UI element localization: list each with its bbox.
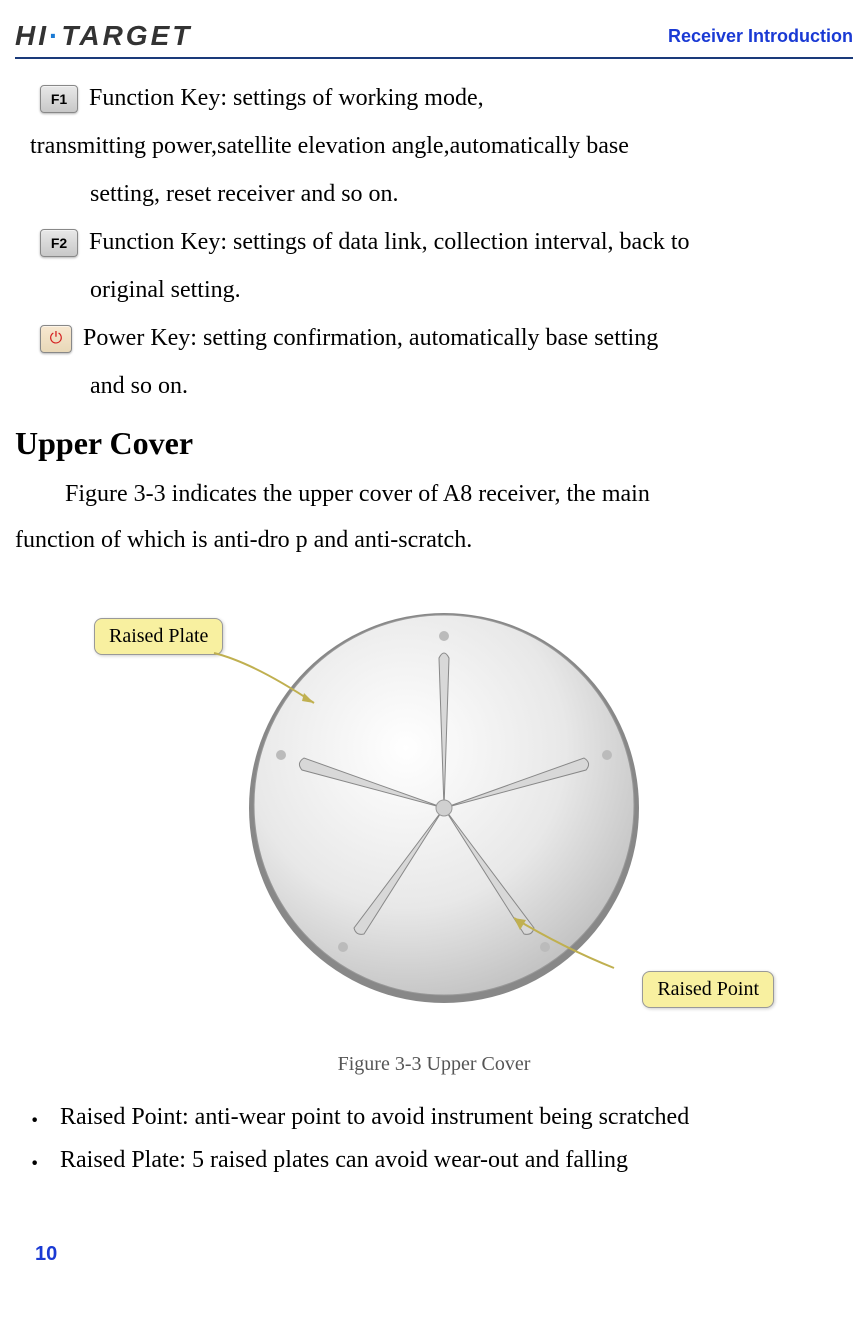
- bullet-item-1: Raised Point: anti-wear point to avoid i…: [15, 1096, 853, 1139]
- f2-key-icon: F2: [40, 229, 78, 257]
- content-body: F1 Function Key: settings of working mod…: [15, 74, 853, 1266]
- section-intro-line1: Figure 3-3 indicates the upper cover of …: [15, 472, 853, 518]
- page-header: HI·TARGET Receiver Introduction: [15, 20, 853, 59]
- section-intro-line2: function of which is anti-dro p and anti…: [15, 518, 853, 564]
- power-description-line2: and so on.: [90, 362, 853, 410]
- callout-arrow-2: [504, 908, 634, 978]
- section-heading: Upper Cover: [15, 425, 853, 462]
- figure-container: Raised Plate Raised Point Figure 3-3 Upp…: [15, 588, 853, 1076]
- power-key-icon: ⏻: [40, 325, 72, 353]
- f1-text-1: Function Key: settings of working mode,: [83, 85, 484, 111]
- figure-wrapper: Raised Plate Raised Point: [84, 588, 784, 1038]
- f2-text-1: Function Key: settings of data link, col…: [83, 229, 690, 255]
- f2-description-line1: F2 Function Key: settings of data link, …: [40, 218, 853, 266]
- bullet-list: Raised Point: anti-wear point to avoid i…: [15, 1096, 853, 1182]
- callout-raised-point: Raised Point: [642, 971, 774, 1008]
- logo: HI·TARGET: [15, 20, 192, 52]
- f1-description-line2: transmitting power,satellite elevation a…: [30, 122, 853, 170]
- power-description-line1: ⏻ Power Key: setting confirmation, autom…: [40, 314, 853, 362]
- header-title: Receiver Introduction: [668, 26, 853, 47]
- figure-caption: Figure 3-3 Upper Cover: [15, 1053, 853, 1076]
- page-number: 10: [35, 1243, 853, 1266]
- f1-key-icon: F1: [40, 85, 78, 113]
- f1-description-line3: setting, reset receiver and so on.: [90, 170, 853, 218]
- power-text-1: Power Key: setting confirmation, automat…: [77, 325, 658, 351]
- bullet-item-2: Raised Plate: 5 raised plates can avoid …: [15, 1139, 853, 1182]
- f2-description-line2: original setting.: [90, 266, 853, 314]
- callout-arrow-1: [194, 643, 324, 713]
- f1-description-line1: F1 Function Key: settings of working mod…: [40, 74, 853, 122]
